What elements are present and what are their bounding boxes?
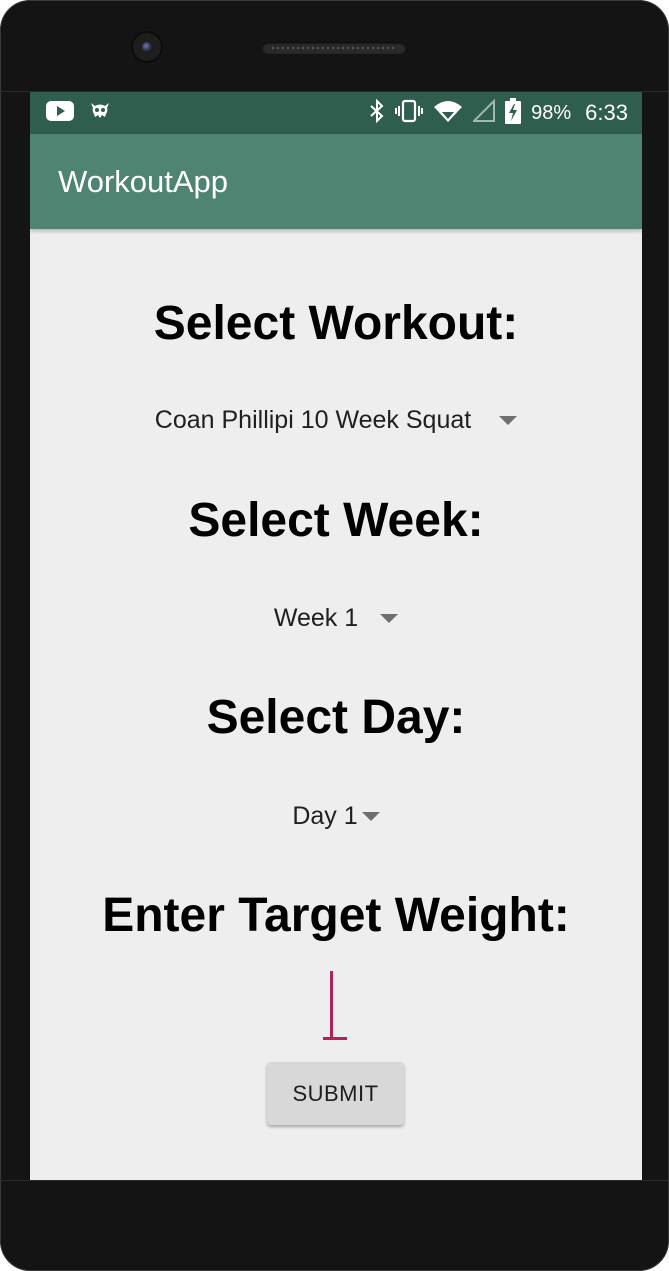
- week-spinner-value: Week 1: [273, 604, 359, 632]
- clock: 6:33: [585, 100, 628, 125]
- workout-spinner[interactable]: Coan Phillipi 10 Week Squat: [30, 400, 642, 440]
- android-debug-icon: [88, 99, 112, 128]
- bluetooth-icon: [369, 98, 385, 128]
- bezel-divider-bottom: [0, 1180, 669, 1181]
- text-cursor: [330, 971, 333, 1037]
- phone-frame: 98% 6:33 WorkoutApp Select Workout: Coan…: [0, 0, 669, 1271]
- cell-signal-icon: [471, 98, 496, 128]
- dropdown-arrow-icon: [361, 811, 380, 821]
- select-week-heading: Select Week:: [188, 494, 484, 547]
- youtube-icon: [46, 100, 74, 127]
- battery-percent: 98%: [531, 102, 572, 124]
- workout-spinner-value: Coan Phillipi 10 Week Squat: [154, 406, 472, 434]
- day-spinner-value: Day 1: [292, 802, 358, 830]
- earpiece-speaker: [262, 42, 406, 54]
- battery-charging-icon: [505, 97, 522, 129]
- target-weight-input[interactable]: [318, 967, 354, 1047]
- vibrate-icon: [395, 99, 424, 128]
- select-day-heading: Select Day:: [206, 691, 466, 744]
- status-right-icons: 98% 6:33: [369, 97, 628, 129]
- select-workout-heading: Select Workout:: [153, 297, 519, 350]
- enter-weight-heading: Enter Target Weight:: [102, 889, 570, 942]
- dropdown-arrow-icon: [380, 613, 399, 623]
- app-title: WorkoutApp: [58, 164, 229, 199]
- status-left-icons: [46, 99, 112, 128]
- status-bar: 98% 6:33: [30, 92, 642, 134]
- dropdown-arrow-icon: [499, 415, 518, 425]
- screen: 98% 6:33 WorkoutApp Select Workout: Coan…: [30, 92, 642, 1180]
- submit-button[interactable]: SUBMIT: [267, 1062, 404, 1125]
- text-cursor-handle: [323, 1037, 347, 1040]
- day-spinner[interactable]: Day 1: [30, 796, 642, 836]
- front-camera: [133, 33, 161, 61]
- week-spinner[interactable]: Week 1: [30, 598, 642, 638]
- app-bar: WorkoutApp: [30, 134, 642, 229]
- wifi-icon: [433, 99, 463, 128]
